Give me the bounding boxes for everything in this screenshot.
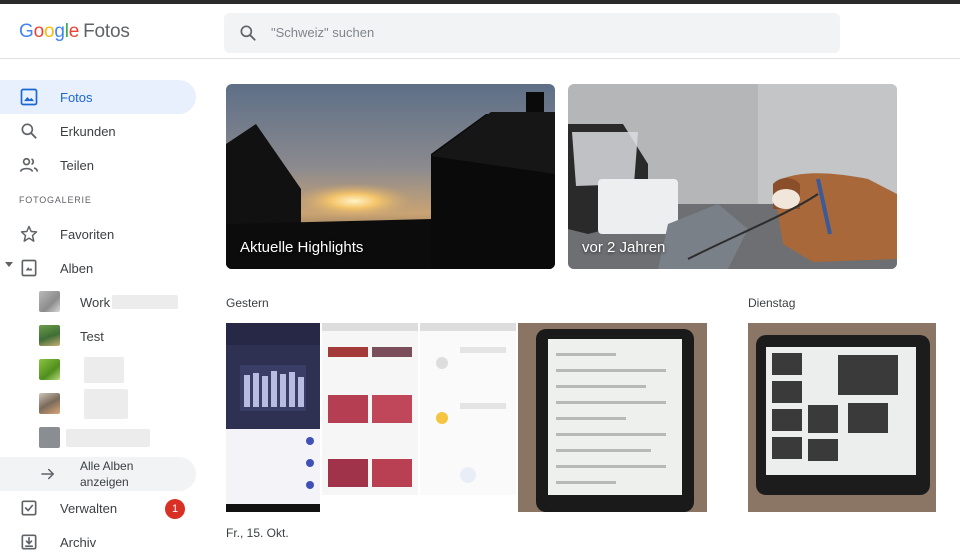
- sidebar-item-archiv[interactable]: Archiv: [0, 525, 196, 553]
- star-icon: [20, 225, 38, 242]
- section-label-fotogalerie: FOTOGALERIE: [19, 195, 92, 205]
- notification-badge: 1: [165, 499, 185, 519]
- sidebar-item-label: Erkunden: [60, 124, 116, 139]
- search-bar[interactable]: "Schweiz" suchen: [224, 13, 840, 53]
- app-header: Google Fotos "Schweiz" suchen: [0, 4, 960, 59]
- album-item-work[interactable]: Work: [0, 285, 196, 319]
- photo-thumbnail-ereader-2[interactable]: [748, 323, 936, 512]
- arrow-right-icon: [41, 468, 54, 480]
- photo-thumbnail-light-app[interactable]: [420, 323, 516, 512]
- highlight-card-recent[interactable]: Aktuelle Highlights: [226, 84, 555, 269]
- album-item-test[interactable]: Test: [0, 319, 196, 353]
- collapse-arrow-icon[interactable]: [5, 262, 13, 267]
- ereader-photo: [748, 323, 936, 512]
- redacted-text: [66, 429, 150, 447]
- date-header-dienstag: Dienstag: [748, 296, 796, 310]
- sidebar-item-label: Verwalten: [60, 501, 118, 516]
- sidebar-item-erkunden[interactable]: Erkunden: [0, 114, 196, 148]
- album-item-5[interactable]: [0, 421, 196, 455]
- redacted-text: [84, 389, 128, 419]
- app-screenshot: [420, 323, 516, 512]
- album-thumbnail: [39, 393, 60, 414]
- album-thumbnail: [39, 325, 60, 346]
- sidebar-item-teilen[interactable]: Teilen: [0, 148, 196, 182]
- sidebar-item-label: Teilen: [60, 158, 94, 173]
- archive-icon: [21, 534, 37, 550]
- album-icon: [21, 259, 37, 277]
- album-thumbnail: [39, 291, 60, 312]
- people-icon: [19, 157, 39, 172]
- search-input[interactable]: "Schweiz" suchen: [271, 25, 374, 40]
- photo-thumbnail-sleep-app[interactable]: [226, 323, 320, 512]
- album-item-4[interactable]: [0, 387, 196, 421]
- sidebar-item-label: Fotos: [60, 90, 93, 105]
- date-header-gestern: Gestern: [226, 296, 269, 310]
- search-icon[interactable]: [238, 23, 258, 43]
- album-item-3[interactable]: [0, 353, 196, 387]
- highlight-caption: vor 2 Jahren: [582, 239, 666, 256]
- sidebar-item-alben[interactable]: Alben: [0, 251, 196, 285]
- photo-thumbnail-workout-app[interactable]: [322, 323, 418, 512]
- app-screenshot: [226, 323, 320, 512]
- photo-thumbnail-ereader-1[interactable]: [518, 323, 707, 512]
- sidebar-item-verwalten[interactable]: Verwalten 1: [0, 491, 196, 525]
- search-icon: [21, 123, 37, 139]
- album-thumbnail: [39, 427, 60, 448]
- sidebar-item-label: Alben: [60, 261, 94, 276]
- album-label: Work: [80, 295, 111, 310]
- show-all-albums-button[interactable]: Alle Alben anzeigen: [0, 457, 196, 491]
- album-label: Test: [80, 329, 104, 344]
- app-screenshot: [322, 323, 418, 512]
- sidebar-item-label: Favoriten: [60, 227, 115, 242]
- sidebar-item-fotos[interactable]: Fotos: [0, 80, 196, 114]
- ereader-photo: [518, 323, 707, 512]
- date-header-15-okt: Fr., 15. Okt.: [226, 526, 289, 540]
- album-thumbnail: [39, 359, 60, 380]
- redacted-text: [84, 357, 124, 383]
- redacted-text: [112, 295, 178, 309]
- photo-icon: [20, 88, 38, 106]
- highlight-card-2-years[interactable]: vor 2 Jahren: [568, 84, 897, 269]
- checklist-icon: [21, 500, 37, 516]
- sidebar-nav: Fotos Erkunden Teilen FOTOGALERIE Favori…: [0, 60, 200, 553]
- sidebar-item-favoriten[interactable]: Favoriten: [0, 217, 196, 251]
- highlight-caption: Aktuelle Highlights: [240, 239, 364, 256]
- sidebar-item-label: Archiv: [60, 535, 97, 550]
- google-photos-logo[interactable]: Google Fotos: [19, 21, 130, 43]
